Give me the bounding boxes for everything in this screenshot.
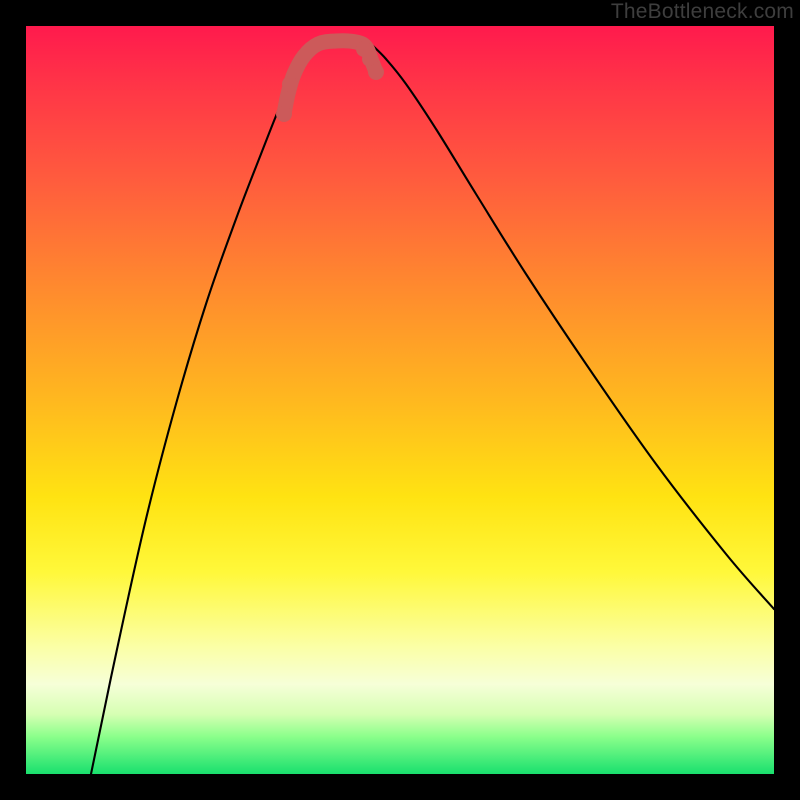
- chart-svg: [26, 26, 774, 774]
- highlight-dot-4: [356, 41, 372, 57]
- highlight-dot-3: [368, 64, 384, 80]
- series-left-curve: [91, 44, 316, 774]
- series-right-curve: [371, 44, 774, 609]
- highlight-dot-1: [282, 76, 298, 92]
- highlight-dot-0: [276, 106, 292, 122]
- chart-frame: [26, 26, 774, 774]
- series-group: [91, 41, 774, 774]
- watermark-text: TheBottleneck.com: [611, 0, 794, 24]
